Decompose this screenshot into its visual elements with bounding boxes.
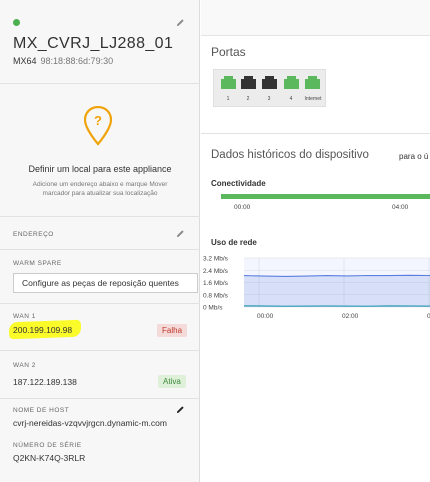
port-3[interactable] [262,76,277,89]
divider [0,83,200,84]
device-model-mac: MX64 98:18:88:6d:79:30 [13,56,113,66]
port-3-label: 3 [267,96,271,102]
wan1-ip: 200.199.109.98 [13,325,73,335]
network-usage-chart[interactable]: 3.2 Mb/s 2.4 Mb/s 1.6 Mb/s 0.8 Mb/s 0 Mb/s 00… [201,250,430,320]
location-pin-icon: ? [84,106,112,146]
ports-title: Portas [211,45,246,59]
device-sidebar: MX_CVRJ_LJ288_01 MX64 98:18:88:6d:79:30 ?… [0,0,200,482]
divider [0,350,200,351]
port-2[interactable] [241,76,256,89]
divider [0,398,200,399]
history-title: Dados históricos do dispositivo [211,149,369,161]
device-model: MX64 [13,56,37,66]
port-4-label: 4 [289,96,293,102]
chart-y-tick-label: 2.4 Mb/s [203,268,229,275]
hostname-value: cvrj-nereidas-vzqvvjrgcn.dynamic-m.com [13,418,167,428]
port-2-shape [241,76,256,89]
divider [0,216,200,217]
device-name: MX_CVRJ_LJ288_01 [13,35,174,52]
wan2-ip: 187.122.189.138 [13,377,77,387]
chart-y-tick-label: 3.2 Mb/s [203,256,229,263]
location-title: Definir um local para este appliance [28,164,172,174]
port-1-label: 1 [226,96,230,102]
chart-y-tick-label: 1.6 Mb/s [203,280,229,287]
edit-hostname-icon[interactable] [176,405,185,414]
wan1-status-badge: Falha [157,324,188,337]
port-3-shape [262,76,277,89]
port-internet[interactable] [305,76,320,89]
serial-label: NÚMERO DE SÉRIE [13,442,82,449]
connectivity-tick-1: 00:00 [234,204,251,211]
location-description: Adicione um endereço abaixo e marque Mov… [32,181,168,197]
wan2-status-badge: Ativa [158,375,186,388]
hostname-label: NOME DE HOST [13,407,70,414]
divider [0,249,200,250]
edit-address-icon[interactable] [176,229,185,238]
status-indicator [13,19,20,26]
port-1[interactable] [221,76,236,89]
port-4[interactable] [284,76,299,89]
port-2-label: 2 [246,96,250,102]
connectivity-title: Conectividade [211,179,266,188]
chart-x-tick-label: 00:00 [257,313,274,320]
connectivity-tick-2: 04:00 [392,204,409,211]
address-label: ENDEREÇO [13,231,54,238]
chart-y-tick-label: 0 Mb/s [203,305,223,312]
divider [0,303,200,304]
history-period-selector[interactable]: para o ú [399,152,428,161]
port-4-shape [284,76,299,89]
ports-panel: 1 2 3 4 Internet [213,69,326,107]
chart-x-tick-label: 02:00 [342,313,359,320]
chart-series-area-1 [244,275,430,307]
port-internet-shape [305,76,320,89]
port-internet-label: Internet [304,96,322,102]
connectivity-bar[interactable] [221,194,430,199]
device-mac: 98:18:88:6d:79:30 [40,56,114,66]
divider [201,133,430,134]
configure-warm-spare-button[interactable]: Configure as peças de reposição quentes [13,273,198,293]
port-1-shape [221,76,236,89]
warm-spare-label: WARM SPARE [13,260,62,267]
wan2-label: WAN 2 [13,362,36,369]
serial-value: Q2KN-K74Q-3RLR [13,453,86,463]
chart-y-tick-label: 0.8 Mb/s [203,292,229,299]
svg-text:?: ? [94,113,102,128]
edit-name-icon[interactable] [176,18,185,27]
usage-title: Uso de rede [211,238,257,247]
top-bar [201,0,430,36]
wan1-label: WAN 1 [13,313,36,320]
